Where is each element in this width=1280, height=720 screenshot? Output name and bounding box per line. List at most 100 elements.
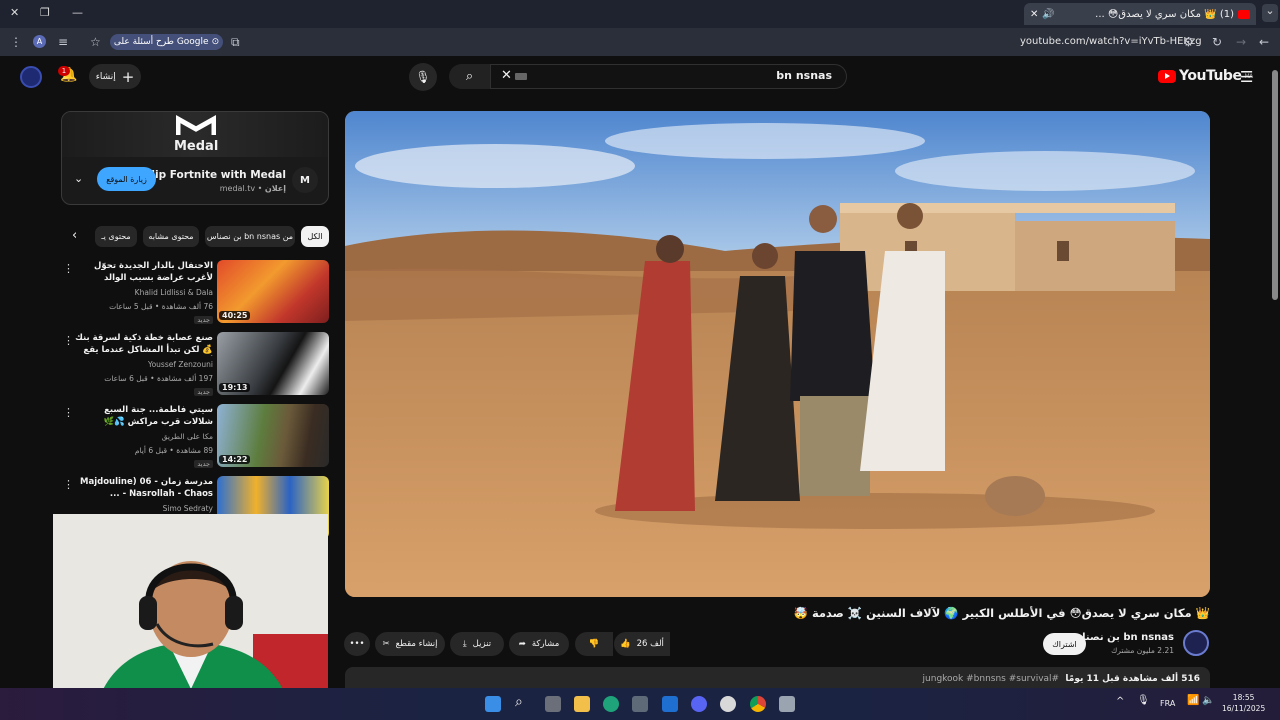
install-app-icon[interactable]: ⧉	[231, 35, 240, 50]
clip-label: إنشاء مقطع	[395, 639, 438, 649]
bookmark-star-icon[interactable]: ☆	[90, 35, 101, 49]
clear-search-icon[interactable]: ✕	[501, 68, 512, 83]
minimize-window-icon[interactable]: —	[72, 6, 83, 19]
tab-search-icon[interactable]: ⌄	[1262, 4, 1278, 22]
obs-icon[interactable]	[720, 696, 736, 712]
forward-icon[interactable]: →	[1236, 35, 1246, 49]
back-icon[interactable]: ←	[1259, 35, 1269, 49]
video-thumbnail[interactable]: 19:13	[217, 332, 329, 395]
wifi-icon[interactable]: 📶	[1187, 695, 1199, 706]
search-input[interactable]: bn nsnas ✕	[490, 64, 847, 89]
share-label: مشاركة	[531, 639, 560, 649]
create-button[interactable]: إنشاء +	[89, 64, 141, 89]
video-title[interactable]: مدرسة زمان - Majdouline) 06 Nasrollah - …	[73, 476, 213, 500]
new-badge: جديد	[194, 460, 213, 468]
visit-site-button[interactable]: زيارة الموقع	[97, 167, 156, 191]
start-windows-icon[interactable]	[485, 696, 501, 712]
like-button[interactable]: 👍 26 ألف	[614, 632, 670, 656]
video-title[interactable]: صنع عصابة خطة ذكية لسرقة بنك 💰 لكن تبدأ …	[73, 332, 213, 356]
video-title[interactable]: الاحتفال بالدار الجديدة تحوّل لأغرب عراض…	[73, 260, 213, 284]
video-meta: 76 ألف مشاهدة • قبل 5 ساعات	[109, 302, 213, 311]
video-player[interactable]	[345, 111, 1210, 597]
video-frame-image	[345, 111, 1210, 597]
reading-list-icon[interactable]: ≡	[58, 35, 68, 49]
browser-tab[interactable]: (1) 👑 مكان سري لا يصدق😳 ... 🔊 ✕	[1024, 3, 1256, 25]
subscriber-count: 2.21 مليون مشترك	[1111, 646, 1174, 655]
download-label: تنزيل	[472, 639, 492, 649]
subscribe-button[interactable]: اشتراك	[1043, 633, 1086, 655]
scrollbar-thumb[interactable]	[1272, 70, 1278, 300]
youtube-play-icon	[1158, 69, 1176, 83]
chip-from-channel[interactable]: من bn nsnas بن نصناس	[205, 226, 295, 247]
list-item[interactable]: 19:13 صنع عصابة خطة ذكية لسرقة بنك 💰 لكن…	[60, 332, 330, 398]
tray-chevron-up-icon[interactable]: ^	[1116, 696, 1124, 707]
more-actions-button[interactable]: •••	[344, 632, 370, 656]
chevron-down-icon[interactable]: ⌄	[74, 172, 83, 185]
search-value: bn nsnas	[776, 69, 832, 82]
more-options-icon[interactable]: ⋮	[63, 478, 74, 491]
more-horizontal-icon: •••	[349, 639, 365, 649]
more-options-icon[interactable]: ⋮	[63, 406, 74, 419]
guide-menu-icon[interactable]: ☰	[1240, 68, 1253, 86]
close-window-icon[interactable]: ✕	[10, 6, 19, 19]
google-ask-chip[interactable]: طرح أسئلة على Google ⊙	[110, 34, 223, 50]
more-options-icon[interactable]: ⋮	[63, 262, 74, 275]
mute-tab-icon[interactable]: 🔊	[1042, 9, 1054, 20]
reload-icon[interactable]: ↻	[1212, 35, 1222, 49]
site-settings-icon[interactable]: ⚙	[1183, 35, 1194, 49]
discord-icon[interactable]	[691, 696, 707, 712]
list-item[interactable]: 14:22 سيتي فاطمة... جنة السبع شلالات قرب…	[60, 404, 330, 470]
input-language[interactable]: FRA	[1160, 699, 1175, 708]
channel-name[interactable]: Khalid Lidlissi & Dala	[135, 288, 213, 297]
app-icon[interactable]	[779, 696, 795, 712]
chevron-left-icon[interactable]: ‹	[72, 228, 77, 243]
task-view-icon[interactable]	[545, 696, 561, 712]
profile-avatar[interactable]: A	[33, 35, 46, 48]
url-text[interactable]: youtube.com/watch?v=iYvTb-HEKzg	[1020, 36, 1202, 47]
store-icon[interactable]	[632, 696, 648, 712]
ad-banner[interactable]: Medal	[62, 112, 328, 157]
system-clock[interactable]: 18:55 16/11/2025	[1222, 692, 1265, 714]
edge-icon[interactable]	[603, 696, 619, 712]
chip-related[interactable]: محتوى مشابه	[143, 226, 199, 247]
menu-dots-icon[interactable]: ⋮	[10, 35, 22, 49]
voice-search-mic-icon[interactable]: 🎙	[409, 63, 437, 91]
clip-button[interactable]: ✂ إنشاء مقطع	[375, 632, 445, 656]
chip-all[interactable]: الكل	[301, 226, 329, 247]
clock-date: 16/11/2025	[1222, 704, 1266, 713]
mic-tray-icon[interactable]: 🎙	[1137, 695, 1150, 706]
clock-time: 18:55	[1232, 693, 1255, 702]
chrome-icon[interactable]	[750, 696, 766, 712]
download-button[interactable]: ⤓ تنزيل	[450, 632, 504, 656]
ad-card[interactable]: Medal Clip Fortnite with Medal إعلان • m…	[61, 111, 329, 205]
keyboard-icon[interactable]	[515, 73, 527, 80]
more-options-icon[interactable]: ⋮	[63, 334, 74, 347]
video-title[interactable]: سيتي فاطمة... جنة السبع شلالات قرب مراكش…	[73, 404, 213, 428]
file-explorer-icon[interactable]	[574, 696, 590, 712]
restore-window-icon[interactable]: ❐	[40, 6, 50, 19]
outlook-icon[interactable]	[662, 696, 678, 712]
new-badge: جديد	[194, 388, 213, 396]
search-taskbar-icon[interactable]: ⌕	[515, 694, 523, 710]
channel-avatar[interactable]	[1183, 630, 1209, 656]
share-icon: ➦	[518, 639, 526, 649]
dislike-button[interactable]: 👎	[575, 632, 613, 656]
list-item[interactable]: 40:25 الاحتفال بالدار الجديدة تحوّل لأغر…	[60, 260, 330, 326]
medal-channel-icon[interactable]: M	[292, 167, 318, 193]
search-button[interactable]: ⌕	[449, 64, 490, 89]
close-tab-icon[interactable]: ✕	[1030, 9, 1038, 20]
share-button[interactable]: ➦ مشاركة	[509, 632, 569, 656]
youtube-logo[interactable]: YouTube MA	[1158, 68, 1253, 84]
account-avatar[interactable]	[20, 66, 42, 88]
ad-title[interactable]: Clip Fortnite with Medal	[144, 169, 286, 181]
views-and-date: 516 ألف مشاهدة قبل 11 يومًا	[1065, 674, 1200, 684]
hashtags[interactable]: #jungkook #bnnsns #survival	[923, 674, 1060, 684]
channel-name[interactable]: Simo Sedraty	[163, 504, 213, 513]
channel-name[interactable]: مكا على الطريق	[162, 432, 213, 441]
video-thumbnail[interactable]: 40:25	[217, 260, 329, 323]
youtube-favicon-icon	[1238, 9, 1250, 19]
video-thumbnail[interactable]: 14:22	[217, 404, 329, 467]
chip-more[interactable]: محتوى يـ	[95, 226, 137, 247]
channel-name[interactable]: Youssef Zenzouni	[148, 360, 213, 369]
volume-icon[interactable]: 🔈	[1202, 695, 1214, 706]
